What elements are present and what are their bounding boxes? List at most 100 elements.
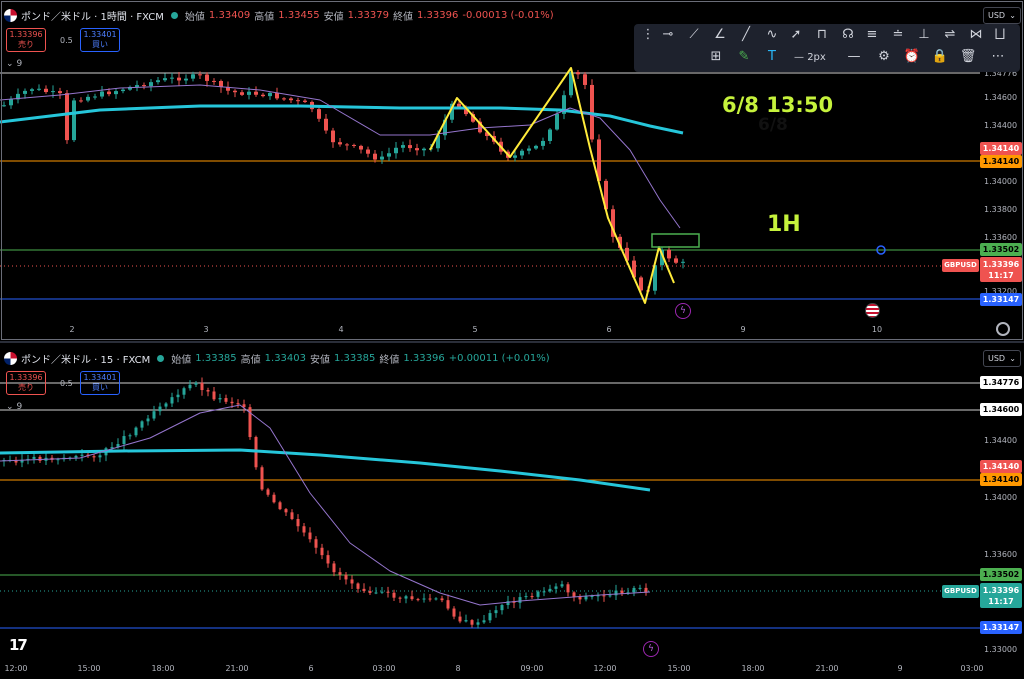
price-axis-label: 1.34000 [984,177,1018,186]
buy-button[interactable]: 1.33401 買い [80,371,120,395]
drag-handle-icon[interactable]: ⋮ [638,27,658,42]
symbol-title[interactable]: ポンド／米ドル · 15 · FXCM [21,351,150,366]
curve-icon[interactable]: ☊ [838,27,858,42]
anchor-icon[interactable]: ⊥ [914,27,934,42]
sell-button[interactable]: 1.33396 売り [6,371,46,395]
price-axis-label: 1.33000 [984,645,1018,654]
candle-body [470,620,474,625]
time-axis-label: 12:00 [4,664,28,673]
close-value: 1.33396 [403,353,445,364]
candle-body [240,92,244,95]
path-icon[interactable]: ∿ [762,27,782,42]
annotation-date[interactable]: 6/8 13:50 [722,93,833,117]
trend-line-icon[interactable]: ╱ [736,27,756,42]
candle-body [380,156,384,160]
candle-body [674,258,678,263]
line-style-icon[interactable]: — [844,49,864,64]
bar-countdown: 11:17 [988,596,1014,606]
currency-select[interactable]: USD ⌄ [983,350,1021,367]
ray-icon[interactable]: ⟋ [684,27,704,42]
candle-body [134,427,138,436]
sell-button[interactable]: 1.33396 売り [6,28,46,52]
pattern-icon[interactable]: ⋈ [966,27,986,42]
candle-body [194,382,198,385]
high-value: 1.33455 [278,10,320,21]
us-flag-icon[interactable] [865,303,880,318]
settings-icon[interactable]: ⚙ [874,49,894,64]
candle-body [524,596,528,598]
candle-body [434,598,438,600]
settings-gear-icon[interactable] [996,322,1010,336]
candle-body [176,394,180,398]
annotation-timeframe[interactable]: 1H [767,212,801,237]
alert-icon[interactable]: ⏰ [902,49,922,64]
candle-body [380,591,384,593]
pencil-icon[interactable]: ✎ [734,49,754,64]
line-width-selector[interactable]: — 2px [794,52,826,63]
text-icon[interactable]: T [762,49,782,64]
candle-body [191,74,195,79]
candle-body [408,145,412,149]
candle-body [386,591,390,593]
candle-body [415,148,419,151]
candle-body [261,94,265,97]
symbol-title[interactable]: ポンド／米ドル · 1時間 · FXCM [21,8,164,23]
pitchfork-icon[interactable]: ⨆ [990,27,1010,42]
candle-body [541,140,545,146]
candle-body [583,74,587,85]
candle-body [184,78,188,81]
spread: 0.5 [60,36,73,45]
arrow-marker-icon[interactable]: ➚ [786,27,806,42]
projection-icon[interactable]: ⇌ [940,27,960,42]
level-box-pink: 1.34140 [980,142,1022,155]
candle-body [578,596,582,600]
lightning-icon[interactable]: ϟ [675,303,691,319]
buy-button[interactable]: 1.33401 買い [80,28,120,52]
candle-body [170,397,174,404]
time-axis-label: 3 [203,325,209,334]
candle-body [482,620,486,623]
chart-pane-15m[interactable]: ポンド／米ドル · 15 · FXCM 始値 1.33385 高値 1.3340… [0,343,1024,679]
candle-body [548,129,552,141]
frame-icon[interactable]: ⊓ [812,27,832,42]
candle-body [520,150,524,156]
lightning-icon[interactable]: ϟ [643,641,659,657]
candle-body [572,592,576,597]
time-axis-label: 21:00 [225,664,249,673]
candle-body [58,91,62,94]
indicators-toggle[interactable]: ⌄ 9 [6,402,22,412]
level-box-blue: 1.33147 [980,293,1022,306]
candle-body [494,610,498,614]
object-tree-icon[interactable]: ⊞ [706,49,726,64]
more-icon[interactable]: ⋯ [988,49,1008,64]
chart-pane-1h[interactable]: ポンド／米ドル · 1時間 · FXCM 始値 1.33409 高値 1.334… [0,0,1024,342]
candle-body [374,592,378,594]
horizontal-ray-icon[interactable]: ⊸ [658,27,678,42]
time-axis-label: 03:00 [372,664,396,673]
tradingview-logo-icon[interactable]: 17 [9,636,28,654]
candle-body [518,597,522,603]
candle-body [317,109,321,119]
indicators-toggle[interactable]: ⌄ 9 [6,59,22,69]
candle-body [254,91,258,95]
candle-body [422,598,426,600]
candle-body [452,608,456,617]
current-price: 1.33396 [982,585,1020,595]
lock-icon[interactable]: 🔒 [930,49,950,64]
candle-body [410,596,414,600]
candle-body [428,598,432,600]
currency-select[interactable]: USD ⌄ [983,7,1021,24]
fib-icon[interactable]: ≡ [862,27,882,42]
level-box-white-1: 1.34776 [980,376,1022,389]
candle-body [275,92,279,99]
time-axis-label: 15:00 [77,664,101,673]
time-axis-label: 9 [740,325,746,334]
candle-body [488,613,492,621]
candle-body [219,81,223,87]
chart-canvas-15m[interactable] [0,343,1024,679]
delete-icon[interactable]: 🗑 [958,49,978,64]
trend-angle-icon[interactable]: ∠ [710,27,730,42]
level-box-white-2: 1.34600 [980,403,1022,416]
buy-label: 買い [92,383,108,392]
measure-icon[interactable]: ≐ [888,27,908,42]
